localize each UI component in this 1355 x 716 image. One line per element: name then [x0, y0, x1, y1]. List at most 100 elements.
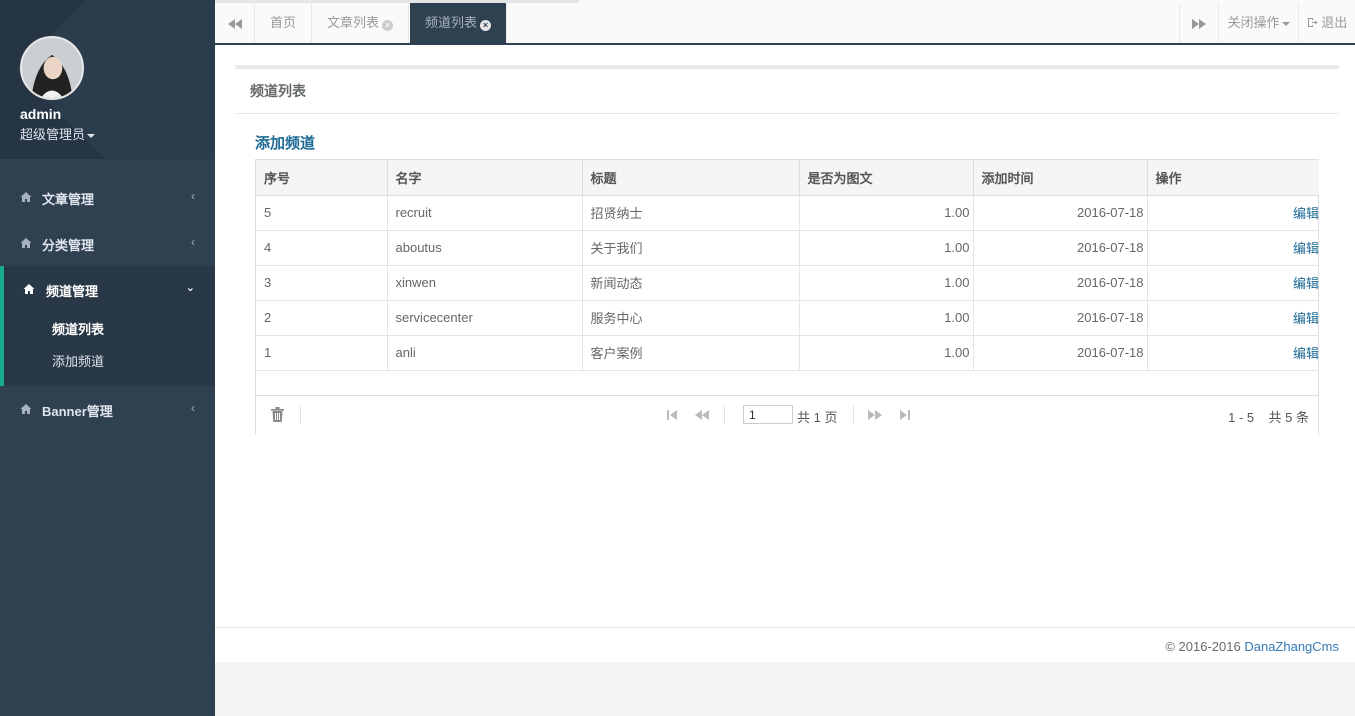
cell-is-graphic: 1.00 — [799, 265, 974, 301]
table-row[interactable]: 2 servicecenter 服务中心 1.00 2016-07-18 编辑 — [256, 300, 1319, 336]
last-page-icon[interactable] — [900, 410, 910, 420]
cell-is-graphic: 1.00 — [799, 230, 974, 266]
sign-out-icon — [1307, 18, 1318, 27]
cell-name: anli — [387, 335, 583, 371]
edit-link[interactable]: 编辑 — [1147, 265, 1319, 301]
user-name: admin — [20, 106, 62, 122]
total-pages-label: 共 1 页 — [797, 410, 838, 425]
user-role-dropdown[interactable]: 超级管理员 — [20, 124, 96, 143]
cell-added-time: 2016-07-18 — [973, 230, 1148, 266]
cell-title: 关于我们 — [582, 230, 800, 266]
brand-link[interactable]: DanaZhangCms — [1244, 639, 1339, 654]
cell-is-graphic: 1.00 — [799, 335, 974, 371]
table-row[interactable]: 4 aboutus 关于我们 1.00 2016-07-18 编辑 — [256, 230, 1319, 266]
submenu-channel-list[interactable]: 频道列表 — [52, 319, 104, 338]
menu-channel-group: 频道管理 ⌄ 频道列表 添加频道 — [0, 266, 215, 386]
cell-name: servicecenter — [387, 300, 583, 336]
chevron-left-icon: ‹ — [191, 189, 195, 203]
menu-article-label: 文章管理 — [42, 192, 95, 207]
menu-banner-label: Banner管理 — [42, 404, 113, 419]
cell-id: 4 — [256, 230, 388, 266]
column-header[interactable]: 标题 — [582, 160, 800, 196]
table-row[interactable]: 1 anli 客户案例 1.00 2016-07-18 编辑 — [256, 335, 1319, 371]
menu-category-label: 分类管理 — [42, 238, 95, 253]
close-operations-label: 关闭操作 — [1227, 15, 1280, 30]
tab-article-list-label: 文章列表 — [327, 15, 380, 30]
tab-home-label: 首页 — [270, 15, 297, 30]
cell-is-graphic: 1.00 — [799, 300, 974, 336]
scroll-tabs-left-button[interactable] — [215, 3, 255, 43]
chevron-down-icon: ⌄ — [185, 282, 195, 294]
chevron-left-icon: ‹ — [191, 401, 195, 415]
cell-added-time: 2016-07-18 — [973, 335, 1148, 371]
next-page-icon[interactable] — [868, 410, 882, 420]
menu-channel[interactable]: 频道管理 ⌄ — [4, 266, 215, 312]
edit-link[interactable]: 编辑 — [1147, 335, 1319, 371]
submenu-add-channel[interactable]: 添加频道 — [52, 351, 104, 370]
table-header-row: 序号 名字 标题 是否为图文 添加时间 操作 — [256, 160, 1319, 196]
backward-icon — [227, 18, 242, 29]
avatar[interactable] — [20, 36, 84, 100]
cell-name: aboutus — [387, 230, 583, 266]
user-role-label: 超级管理员 — [20, 127, 86, 142]
home-icon — [20, 192, 32, 202]
tab-channel-list-label: 频道列表 — [425, 15, 478, 30]
column-header[interactable]: 添加时间 — [973, 160, 1148, 196]
page-number-input[interactable] — [743, 405, 793, 424]
home-icon — [20, 404, 32, 414]
cell-title: 招贤纳士 — [582, 195, 800, 231]
sidebar: admin 超级管理员 文章管理 ‹ 分类管理 ‹ 频道管理 ⌄ 频道列表 添加… — [0, 0, 215, 716]
table-row[interactable]: 5 recruit 招贤纳士 1.00 2016-07-18 编辑 — [256, 195, 1319, 231]
copyright-label: © 2016-2016 — [1165, 639, 1245, 654]
cell-name: xinwen — [387, 265, 583, 301]
tab-bar: 首页 文章列表 × 频道列表 × 关闭操作 退出 — [215, 0, 1355, 45]
first-page-icon[interactable] — [667, 410, 677, 420]
profile-panel: admin 超级管理员 — [0, 0, 215, 159]
cell-is-graphic: 1.00 — [799, 195, 974, 231]
main-content: 频道列表 添加频道 序号 名字 标题 是否为图文 添加时间 操作 5 recru… — [215, 45, 1355, 627]
column-header[interactable]: 是否为图文 — [799, 160, 974, 196]
logout-label: 退出 — [1321, 15, 1348, 30]
tab-channel-list[interactable]: 频道列表 × — [410, 3, 507, 43]
column-header[interactable]: 序号 — [256, 160, 388, 196]
table-row[interactable]: 3 xinwen 新闻动态 1.00 2016-07-18 编辑 — [256, 265, 1319, 301]
menu-category[interactable]: 分类管理 ‹ — [0, 220, 215, 266]
tab-home[interactable]: 首页 — [255, 3, 313, 43]
cell-added-time: 2016-07-18 — [973, 300, 1148, 336]
home-icon — [20, 238, 32, 248]
cell-id: 1 — [256, 335, 388, 371]
cell-name: recruit — [387, 195, 583, 231]
tab-article-list[interactable]: 文章列表 × — [312, 3, 410, 43]
column-header[interactable]: 名字 — [387, 160, 583, 196]
caret-down-icon — [1281, 21, 1290, 26]
cell-added-time: 2016-07-18 — [973, 195, 1148, 231]
close-tab-icon[interactable]: × — [382, 20, 394, 31]
page-title: 频道列表 — [250, 83, 306, 99]
edit-link[interactable]: 编辑 — [1147, 300, 1319, 336]
cell-id: 5 — [256, 195, 388, 231]
pagination-bar: 共 1 页 1 - 5 共 5 条 — [256, 395, 1318, 435]
menu-article[interactable]: 文章管理 ‹ — [0, 174, 215, 220]
column-header[interactable]: 操作 — [1147, 160, 1319, 196]
caret-down-icon — [87, 133, 96, 138]
forward-icon — [1192, 18, 1206, 29]
trash-icon[interactable] — [271, 407, 284, 422]
add-channel-link[interactable]: 添加频道 — [255, 132, 315, 153]
footer: © 2016-2016 DanaZhangCms — [215, 627, 1355, 662]
previous-page-icon[interactable] — [695, 410, 709, 420]
close-operations-dropdown[interactable]: 关闭操作 — [1219, 3, 1299, 43]
channel-table: 序号 名字 标题 是否为图文 添加时间 操作 5 recruit 招贤纳士 1.… — [255, 159, 1319, 435]
home-icon — [23, 284, 35, 294]
cell-title: 服务中心 — [582, 300, 800, 336]
logout-button[interactable]: 退出 — [1299, 3, 1355, 43]
chevron-left-icon: ‹ — [191, 235, 195, 249]
cell-added-time: 2016-07-18 — [973, 265, 1148, 301]
menu-channel-label: 频道管理 — [46, 284, 99, 299]
close-tab-icon[interactable]: × — [480, 20, 492, 31]
edit-link[interactable]: 编辑 — [1147, 195, 1319, 231]
cell-title: 新闻动态 — [582, 265, 800, 301]
menu-banner[interactable]: Banner管理 ‹ — [0, 386, 215, 432]
cell-id: 2 — [256, 300, 388, 336]
edit-link[interactable]: 编辑 — [1147, 230, 1319, 266]
scroll-tabs-right-button[interactable] — [1179, 3, 1219, 43]
